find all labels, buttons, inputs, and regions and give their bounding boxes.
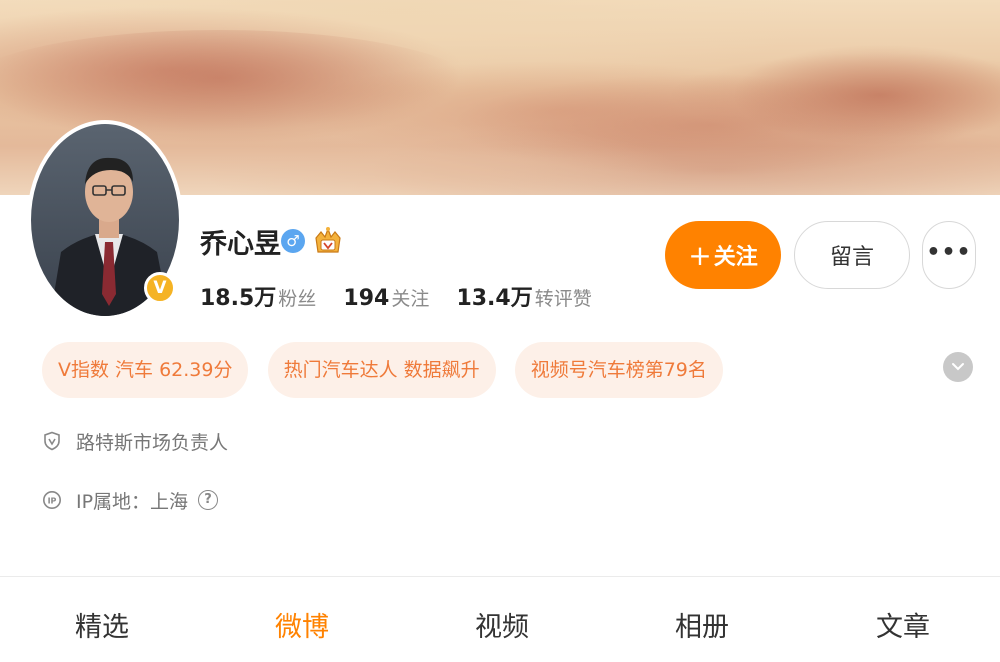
more-dots-icon: ••• bbox=[926, 239, 972, 265]
stat-followers[interactable]: 18.5万 粉丝 bbox=[200, 280, 316, 312]
verified-badge-icon: V bbox=[144, 272, 176, 304]
ip-location-icon: IP bbox=[43, 491, 61, 509]
message-button[interactable]: 留言 bbox=[794, 221, 910, 289]
ip-location-row: IP IP属地：上海 ? bbox=[42, 485, 219, 515]
follow-button[interactable]: + 关注 bbox=[665, 221, 781, 289]
tag-v-index[interactable]: V指数 汽车 62.39分 bbox=[42, 342, 249, 398]
stat-label: 转评赞 bbox=[534, 288, 592, 310]
profile-name: 乔心昱 bbox=[200, 229, 281, 260]
ip-location-text: IP属地：上海 bbox=[76, 490, 189, 513]
male-gender-icon: ♂ bbox=[281, 229, 305, 253]
verified-shield-icon bbox=[44, 431, 60, 451]
more-button[interactable]: ••• bbox=[922, 221, 976, 289]
expand-tags-button[interactable] bbox=[943, 352, 973, 382]
profile-tab-bar: 精选 微博 视频 相册 文章 bbox=[0, 576, 1000, 662]
verification-text: 路特斯市场负责人 bbox=[76, 431, 229, 454]
stat-number: 13.4万 bbox=[456, 286, 533, 311]
follow-label: 关注 bbox=[713, 245, 758, 270]
help-icon[interactable]: ? bbox=[198, 490, 219, 510]
plus-icon: + bbox=[688, 238, 712, 272]
stat-following[interactable]: 194 关注 bbox=[343, 284, 429, 311]
stat-reposts-comments-likes[interactable]: 13.4万 转评赞 bbox=[456, 280, 591, 312]
tab-video[interactable]: 视频 bbox=[442, 605, 562, 644]
message-label: 留言 bbox=[829, 245, 874, 270]
chevron-down-icon bbox=[952, 363, 964, 371]
stat-number: 194 bbox=[343, 286, 390, 311]
vip-crown-icon[interactable] bbox=[312, 226, 344, 256]
stat-label: 粉丝 bbox=[278, 288, 317, 310]
stat-label: 关注 bbox=[391, 288, 430, 310]
stat-number: 18.5万 bbox=[200, 286, 277, 311]
tag-video-rank[interactable]: 视频号汽车榜第79名 bbox=[514, 342, 723, 398]
tab-featured[interactable]: 精选 bbox=[42, 605, 162, 644]
tag-list: V指数 汽车 62.39分 热门汽车达人 数据飙升 视频号汽车榜第79名 bbox=[42, 342, 737, 398]
tab-album[interactable]: 相册 bbox=[642, 605, 762, 644]
profile-stats: 18.5万 粉丝 194 关注 13.4万 转评赞 bbox=[200, 280, 614, 312]
tab-articles[interactable]: 文章 bbox=[843, 605, 963, 644]
tab-weibo[interactable]: 微博 bbox=[242, 605, 362, 644]
svg-text:IP: IP bbox=[48, 497, 57, 506]
tag-trending[interactable]: 热门汽车达人 数据飙升 bbox=[267, 342, 496, 398]
verification-row: 路特斯市场负责人 bbox=[42, 426, 228, 456]
